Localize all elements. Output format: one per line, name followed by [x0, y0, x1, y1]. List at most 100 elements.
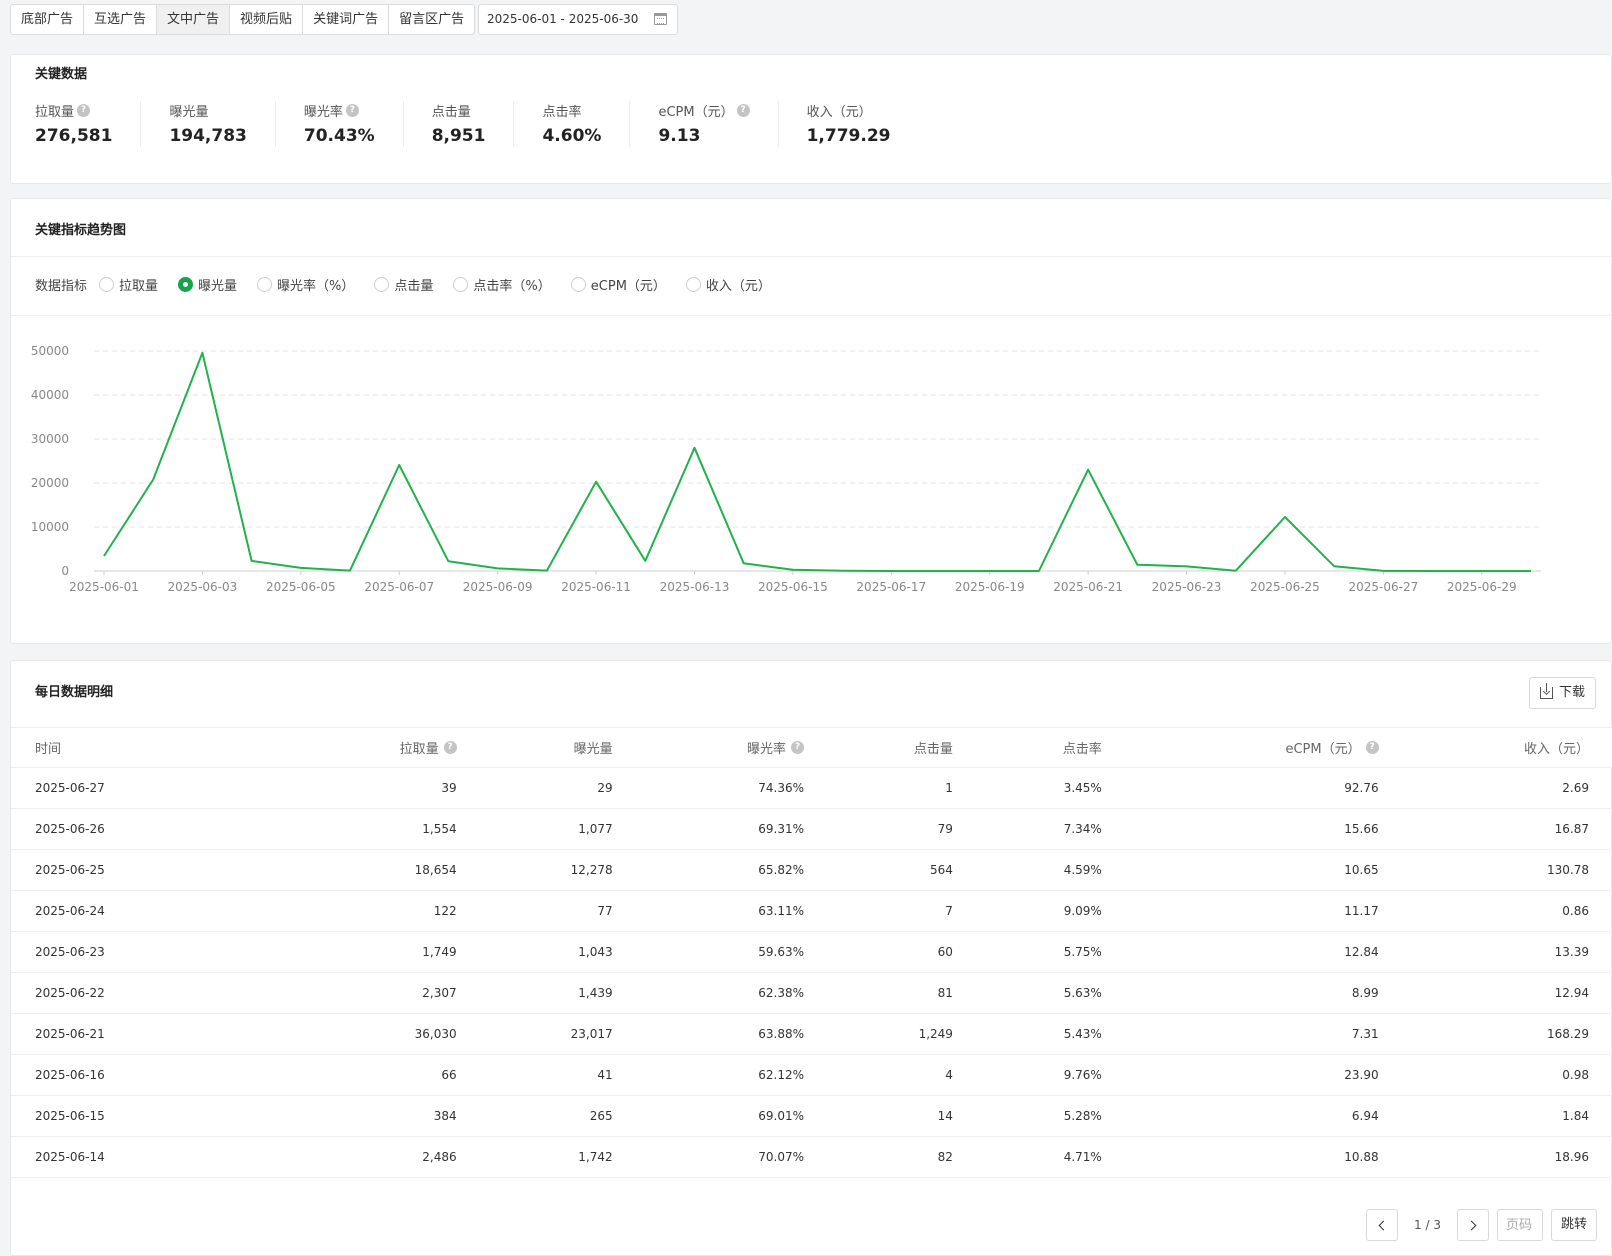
series-line [103, 351, 1531, 572]
table-row: 2025-06-26 1,554 1,077 69.31% 79 7.34% 15.66 16… [11, 808, 1612, 850]
table-cell: 10.88 [1125, 1136, 1403, 1178]
table-cell: 1,439 [480, 972, 637, 1014]
help-icon[interactable]: ? [736, 104, 750, 117]
column-header-label: 时间 [35, 742, 62, 757]
table-cell: 39 [289, 767, 481, 809]
ad-type-tabs: 底部广告 互选广告 文中广告 视频后贴 关键词广告 留言区广告 [10, 4, 476, 35]
tab-ad-type[interactable]: 关键词广告 [303, 5, 390, 34]
table-cell: 5.63% [976, 972, 1126, 1014]
indicator-radio[interactable]: 曝光量 [178, 275, 237, 294]
column-header-label: 曝光量 [573, 742, 613, 757]
chevron-right-icon [1466, 1220, 1477, 1231]
column-header-inner: 点击量 [914, 738, 953, 757]
table-cell: 2025-06-27 [11, 767, 290, 809]
indicator-radio[interactable]: 点击量 [374, 275, 433, 294]
table-cell: 74.36% [636, 767, 829, 809]
table-cell: 23,017 [480, 1013, 637, 1055]
column-header-inner: 拉取量? [400, 738, 457, 757]
jump-button[interactable]: 跳转 [1550, 1209, 1597, 1241]
table-cell: 7 [828, 890, 977, 932]
table-row: 2025-06-14 2,486 1,742 70.07% 82 4.71% 10.88 18… [11, 1136, 1612, 1178]
column-header-inner: eCPM（元）? [1285, 738, 1379, 757]
x-tick-label: 2025-06-21 [1053, 580, 1123, 594]
indicator-radio[interactable]: 曝光率（%） [257, 275, 354, 294]
x-tick-label: 2025-06-05 [266, 580, 336, 594]
prev-page-button[interactable] [1366, 1209, 1399, 1241]
indicator-radio[interactable]: 点击率（%） [453, 275, 551, 294]
help-icon[interactable]: ? [345, 104, 359, 117]
page-number-input[interactable] [1496, 1209, 1543, 1241]
metric-label-row: 拉取量? [35, 101, 112, 120]
help-icon[interactable]: ? [443, 741, 457, 754]
column-header: 时间 [11, 727, 290, 768]
table-cell: 69.01% [636, 1095, 829, 1137]
table-cell: 8.99 [1125, 972, 1403, 1014]
table-cell: 5.28% [976, 1095, 1126, 1137]
table-cell: 2025-06-24 [11, 890, 290, 932]
chevron-left-icon [1378, 1220, 1389, 1231]
table-cell: 59.63% [636, 931, 829, 973]
metric-item: 曝光率? 70.43% [304, 101, 404, 147]
table-cell: 3.45% [976, 767, 1126, 809]
help-icon[interactable]: ? [77, 104, 91, 117]
page-info: 1 / 3 [1414, 1218, 1441, 1232]
table-cell: 36,030 [289, 1013, 481, 1055]
table-cell: 65.82% [636, 849, 829, 891]
table-cell: 82 [828, 1136, 977, 1178]
table-cell: 77 [480, 890, 637, 932]
download-button[interactable]: 下载 [1528, 677, 1596, 709]
table-cell: 63.11% [636, 890, 829, 932]
table-cell: 10.65 [1125, 849, 1403, 891]
daily-table: 时间 拉取量? 曝光量 曝光率? 点击量 点击率 eCPM（元）? 收入（元） 2025-06… [11, 727, 1612, 1178]
table-cell: 564 [828, 849, 977, 891]
key-data-card: 关键数据 拉取量? 276,581 曝光量 194,783 曝光率? 70.43% 点击量 8… [10, 54, 1612, 184]
x-tick-label: 2025-06-07 [364, 580, 434, 594]
indicator-radio-label: 拉取量 [119, 279, 159, 294]
metric-value: 70.43% [303, 126, 375, 146]
table-cell: 16.87 [1402, 808, 1612, 850]
next-page-button[interactable] [1456, 1209, 1489, 1241]
metric-value: 276,581 [35, 126, 113, 146]
indicator-radio[interactable]: eCPM（元） [570, 275, 666, 294]
date-range-picker[interactable]: 2025-06-01 - 2025-06-30 [478, 4, 678, 35]
indicator-radio[interactable]: 收入（元） [685, 275, 771, 294]
x-tick-label: 2025-06-09 [463, 580, 533, 594]
tab-ad-type[interactable]: 互选广告 [84, 5, 158, 34]
column-header: eCPM（元）? [1125, 727, 1403, 768]
table-cell: 2,307 [289, 972, 481, 1014]
column-header-label: 拉取量 [399, 742, 439, 757]
table-cell: 1 [828, 767, 977, 809]
indicator-radio[interactable]: 拉取量 [99, 275, 158, 294]
table-cell: 1,249 [828, 1013, 977, 1055]
metric-label: 点击率 [542, 105, 582, 120]
divider [11, 256, 1611, 257]
help-icon[interactable]: ? [791, 741, 805, 754]
tab-ad-type[interactable]: 底部广告 [11, 5, 85, 34]
tab-ad-type[interactable]: 视频后贴 [230, 5, 304, 34]
column-header: 点击量 [828, 727, 977, 768]
tab-ad-type[interactable]: 文中广告 [157, 5, 231, 34]
y-tick-label: 50000 [31, 344, 69, 358]
metric-item: 曝光量 194,783 [169, 101, 276, 147]
help-icon[interactable]: ? [1365, 741, 1379, 754]
x-tick-label: 2025-06-19 [955, 580, 1025, 594]
table-cell: 0.98 [1402, 1054, 1612, 1096]
table-cell: 2025-06-25 [11, 849, 290, 891]
download-icon [1539, 683, 1553, 699]
tab-ad-type[interactable]: 留言区广告 [389, 5, 474, 34]
x-tick-label: 2025-06-23 [1152, 580, 1222, 594]
table-cell: 2025-06-14 [11, 1136, 290, 1178]
metric-label-row: eCPM（元）? [658, 101, 750, 120]
indicator-radio-label: 点击量 [394, 279, 434, 294]
table-cell: 41 [480, 1054, 637, 1096]
indicator-radio-label: 曝光率（%） [277, 279, 355, 294]
table-cell: 1,043 [480, 931, 637, 973]
table-cell: 23.90 [1125, 1054, 1403, 1096]
metric-label: eCPM（元） [658, 105, 734, 120]
table-row: 2025-06-16 66 41 62.12% 4 9.76% 23.90 0.98 [11, 1054, 1612, 1096]
indicator-radio-label: 收入（元） [705, 279, 771, 294]
table-cell: 18,654 [289, 849, 481, 891]
table-cell: 1,077 [480, 808, 637, 850]
metric-value: 9.13 [658, 126, 701, 146]
x-tick-label: 2025-06-13 [660, 580, 730, 594]
